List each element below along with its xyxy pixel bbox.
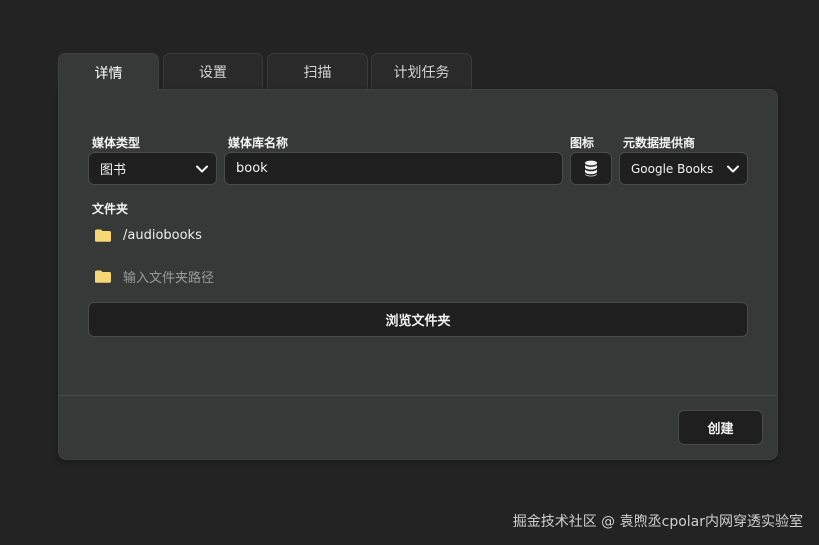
details-panel: 媒体类型 图书 媒体库名称 book 图标 元数据提供商 Google Book… xyxy=(58,89,778,460)
media-type-value: 图书 xyxy=(100,163,127,178)
folder-path-input[interactable]: 输入文件夹路径 xyxy=(123,267,214,286)
metadata-provider-label: 元数据提供商 xyxy=(623,136,696,150)
folder-icon xyxy=(95,270,111,283)
folder-path: /audiobooks xyxy=(123,228,202,243)
tab-settings[interactable]: 设置 xyxy=(163,53,263,89)
footer-divider xyxy=(59,395,777,396)
create-button-label: 创建 xyxy=(707,422,734,437)
metadata-provider-select[interactable]: Google Books xyxy=(619,152,748,185)
media-type-label: 媒体类型 xyxy=(92,136,141,150)
folder-icon xyxy=(95,229,111,242)
tab-details[interactable]: 详情 xyxy=(58,53,159,91)
library-name-label: 媒体库名称 xyxy=(228,136,289,150)
watermark-text: 掘金技术社区 @ 袁煦丞cpolar内网穿透实验室 xyxy=(512,514,803,530)
folder-item[interactable]: /audiobooks xyxy=(95,228,202,243)
chevron-down-icon xyxy=(188,165,216,173)
tab-scan[interactable]: 扫描 xyxy=(267,53,368,89)
chevron-down-icon xyxy=(719,165,747,173)
media-type-select[interactable]: 图书 xyxy=(88,152,217,185)
tab-scheduled-tasks[interactable]: 计划任务 xyxy=(371,53,472,89)
tab-scan-label: 扫描 xyxy=(303,64,332,81)
folders-label: 文件夹 xyxy=(92,202,129,216)
tab-details-label: 详情 xyxy=(94,65,123,82)
browse-folders-label: 浏览文件夹 xyxy=(385,314,451,329)
icon-label: 图标 xyxy=(570,136,595,150)
database-icon xyxy=(584,160,598,177)
tab-settings-label: 设置 xyxy=(199,64,227,81)
library-name-value: book xyxy=(236,161,268,176)
library-name-input[interactable]: book xyxy=(224,152,563,185)
browse-folders-button[interactable]: 浏览文件夹 xyxy=(88,302,748,337)
new-folder-row[interactable]: 输入文件夹路径 xyxy=(95,267,214,286)
icon-picker-button[interactable] xyxy=(570,152,612,185)
create-button[interactable]: 创建 xyxy=(678,410,763,445)
app-root: 详情 设置 扫描 计划任务 媒体类型 图书 媒体库名称 book 图标 元数据提… xyxy=(0,0,819,545)
tab-scheduled-tasks-label: 计划任务 xyxy=(393,64,450,81)
metadata-provider-value: Google Books xyxy=(631,161,714,176)
